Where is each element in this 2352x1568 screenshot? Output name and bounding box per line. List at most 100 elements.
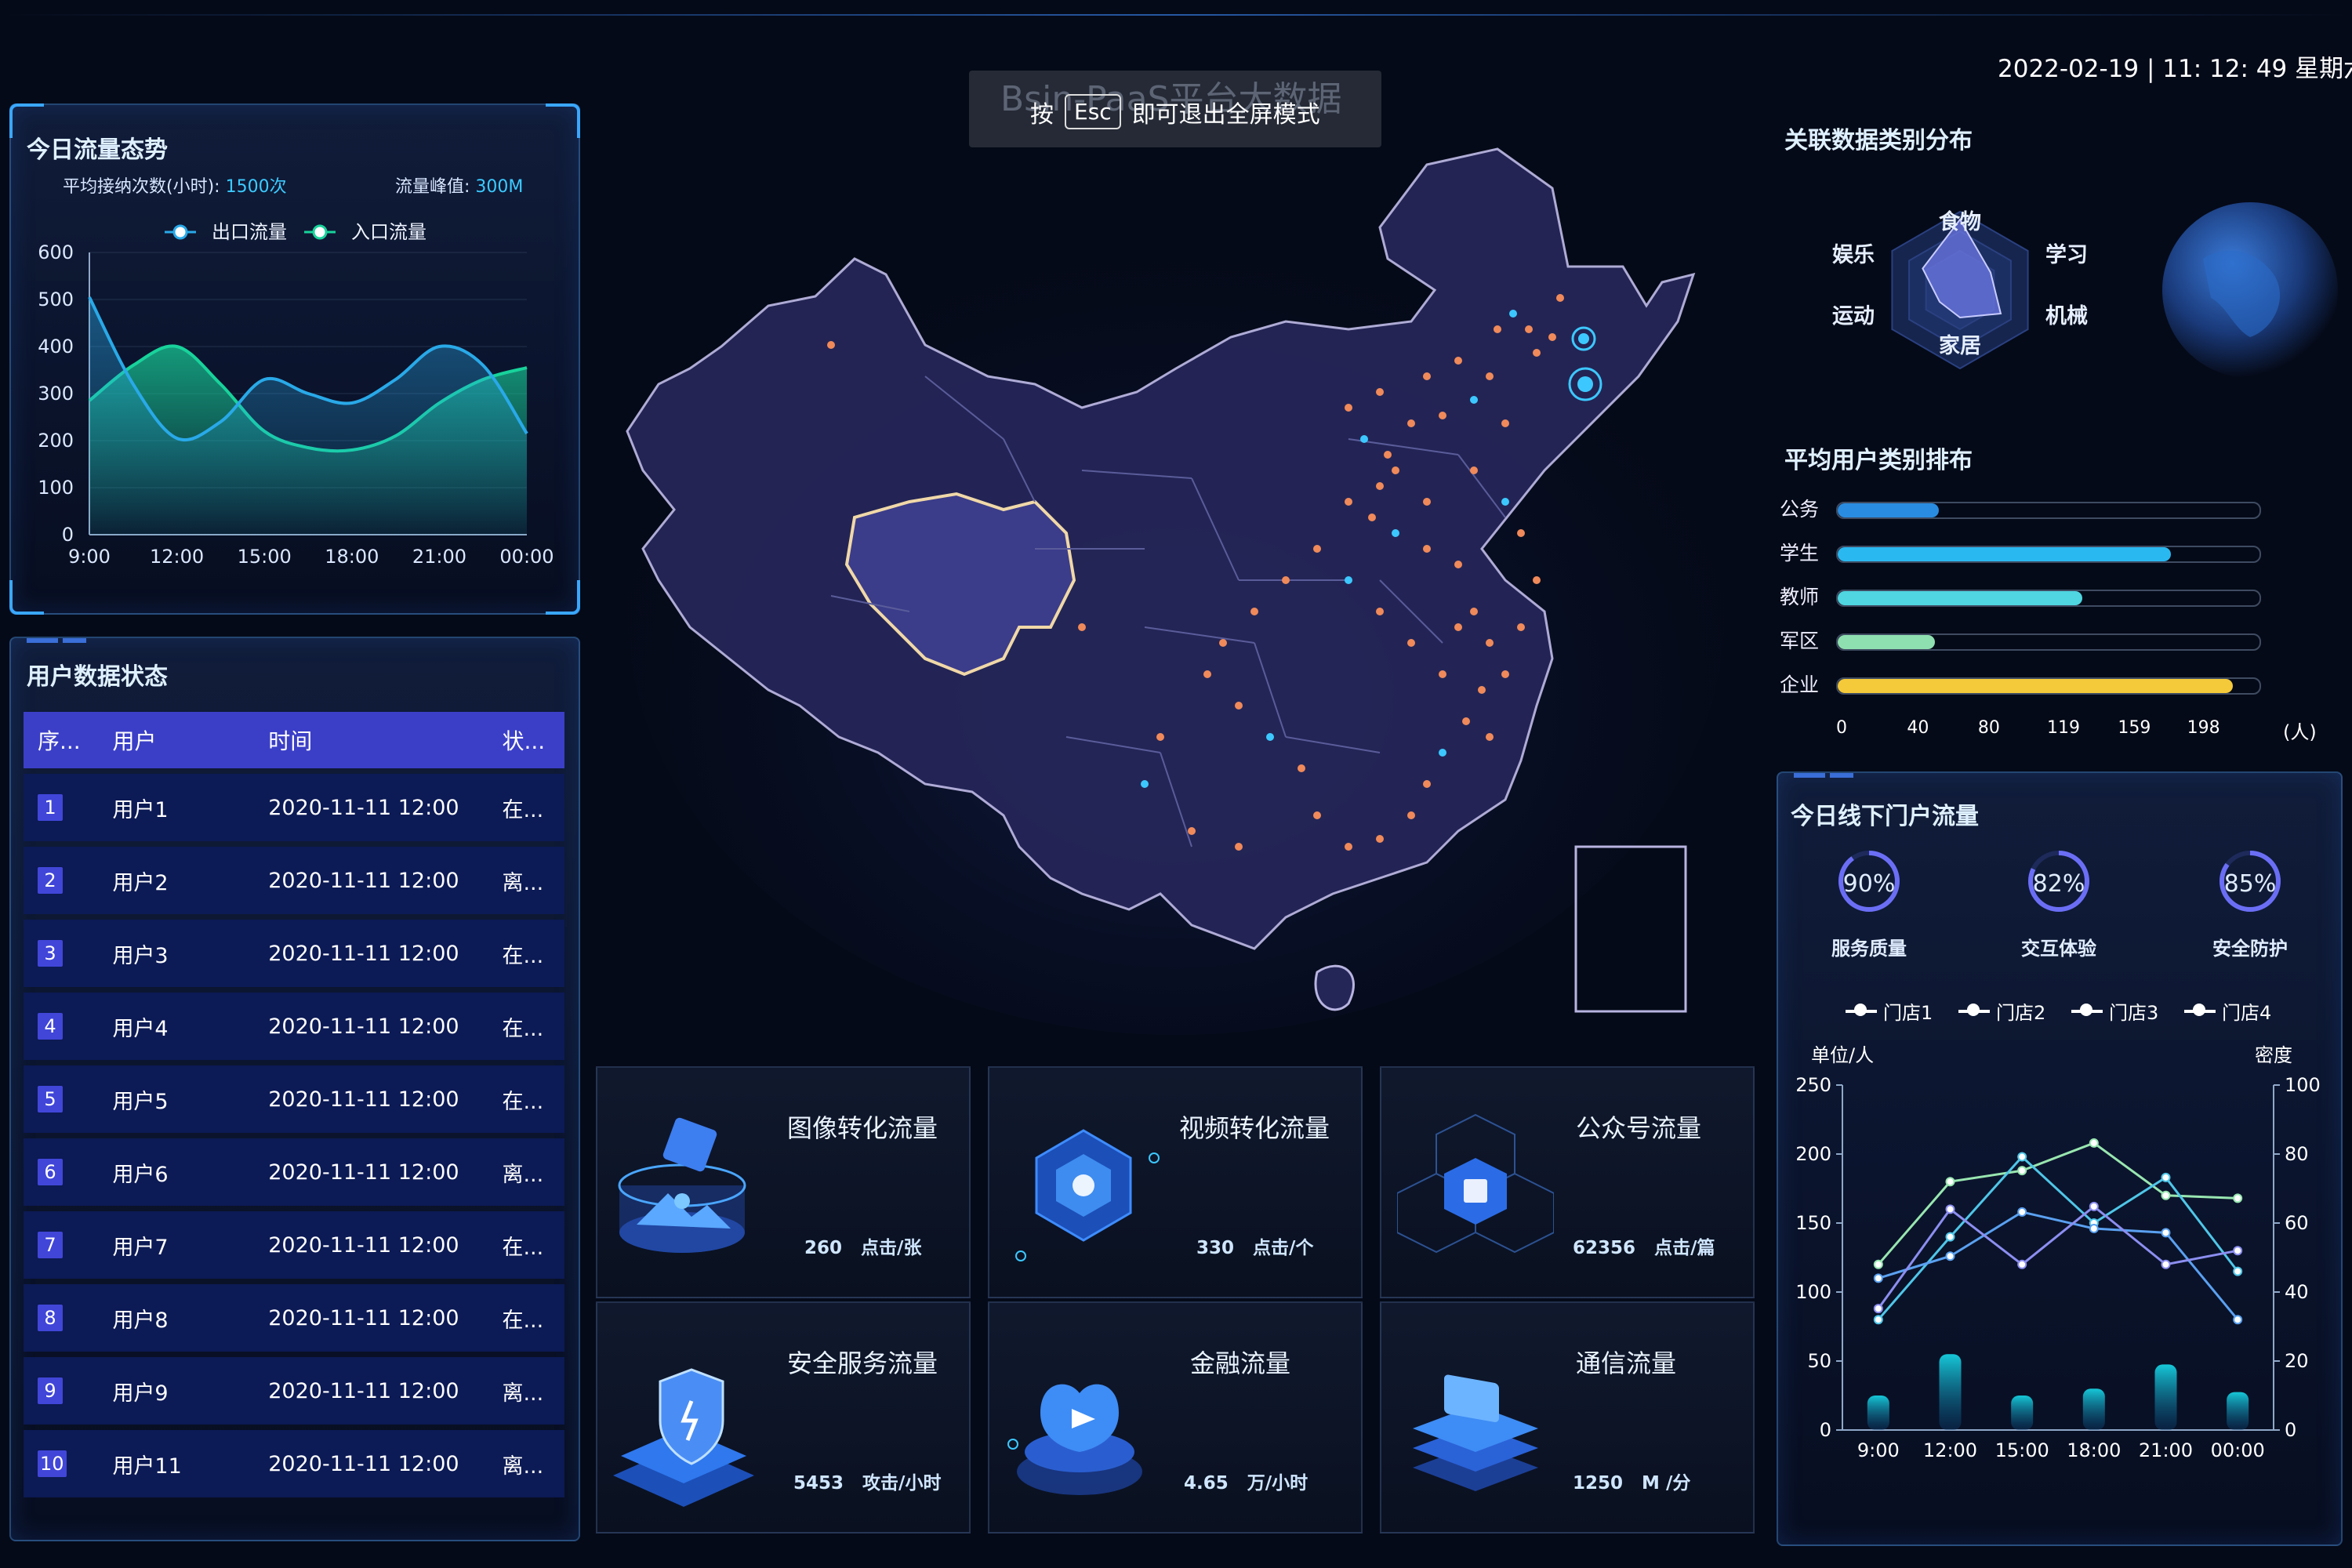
row-status: 离... bbox=[502, 1381, 544, 1406]
map-point bbox=[1360, 435, 1368, 443]
legend-label: 门店2 bbox=[1996, 1002, 2046, 1024]
col-index[interactable]: 序... bbox=[24, 724, 112, 756]
y-right-label: 密度 bbox=[2255, 1044, 2292, 1066]
server-icon bbox=[1413, 1374, 1538, 1491]
col-time[interactable]: 时间 bbox=[268, 724, 502, 756]
index-badge: 5 bbox=[38, 1086, 63, 1112]
legend-item[interactable]: 门店4 bbox=[2184, 997, 2271, 1025]
y-tick-label: 0 bbox=[62, 524, 74, 546]
radar-chart: 食物学习机械家居 运动 娱乐 bbox=[1832, 209, 2088, 370]
y2-tick-label: 100 bbox=[2285, 1074, 2321, 1096]
index-badge: 6 bbox=[38, 1159, 63, 1185]
table-row[interactable]: 3 用户3 2020-11-11 12:00 在... bbox=[24, 920, 564, 987]
table-row[interactable]: 9 用户9 2020-11-11 12:00 离... bbox=[24, 1357, 564, 1425]
y-tick-label: 100 bbox=[38, 477, 74, 499]
card-video[interactable]: 视频转化流量 330 点击/个 bbox=[988, 1066, 1363, 1298]
index-badge: 8 bbox=[38, 1305, 63, 1331]
legend-item[interactable]: 门店1 bbox=[1846, 997, 1933, 1025]
row-user: 用户3 bbox=[112, 943, 169, 968]
row-index: 4 bbox=[24, 1013, 112, 1040]
ranking-unit: (人) bbox=[2283, 721, 2317, 743]
store-series-point bbox=[2161, 1259, 2171, 1269]
table-row[interactable]: 7 用户7 2020-11-11 12:00 在... bbox=[24, 1211, 564, 1279]
legend-item[interactable]: 门店3 bbox=[2071, 997, 2158, 1025]
card-value: 1250 M /分 bbox=[1573, 1473, 1691, 1494]
map-point bbox=[1462, 717, 1470, 725]
shield-icon bbox=[613, 1368, 754, 1507]
col-user[interactable]: 用户 bbox=[112, 724, 268, 756]
map-point bbox=[1345, 576, 1352, 584]
row-time: 2020-11-11 12:00 bbox=[268, 941, 459, 966]
map-point bbox=[1235, 702, 1243, 710]
finance-icon bbox=[1007, 1384, 1142, 1495]
store-series-point bbox=[2089, 1201, 2099, 1211]
y2-tick-label: 80 bbox=[2285, 1143, 2309, 1165]
index-badge: 4 bbox=[38, 1013, 63, 1040]
user-panel-title: 用户数据状态 bbox=[27, 663, 168, 691]
card-image[interactable]: 图像转化流量 260 点击/张 bbox=[596, 1066, 971, 1298]
legend-label: 出口流量 bbox=[212, 221, 287, 243]
col-status[interactable]: 状... bbox=[502, 724, 564, 756]
table-row[interactable]: 8 用户8 2020-11-11 12:00 在... bbox=[24, 1284, 564, 1352]
hint-prefix: 按 bbox=[1030, 100, 1054, 129]
legend-marker bbox=[2071, 1003, 2103, 1016]
row-index: 6 bbox=[24, 1159, 112, 1185]
row-index: 9 bbox=[24, 1377, 112, 1404]
ranking-row: 教师 bbox=[1780, 582, 2266, 608]
table-row[interactable]: 10 用户11 2020-11-11 12:00 离... bbox=[24, 1430, 564, 1497]
map-point bbox=[1423, 780, 1431, 788]
row-index: 3 bbox=[24, 940, 112, 967]
map-point bbox=[1439, 670, 1446, 678]
row-user: 用户9 bbox=[112, 1381, 169, 1406]
x-tick-label: 18:00 bbox=[2067, 1439, 2121, 1461]
ring-percent: 85% bbox=[2223, 870, 2277, 898]
store-series-point bbox=[1873, 1259, 1883, 1269]
ring-percent: 90% bbox=[1842, 870, 1896, 898]
row-time: 2020-11-11 12:00 bbox=[268, 1014, 459, 1039]
radar-label: 机械 bbox=[2045, 304, 2088, 328]
store-series-point bbox=[2089, 1224, 2099, 1234]
store-series-point bbox=[2017, 1207, 2027, 1217]
map-point bbox=[1188, 827, 1196, 835]
ranking-tick: 198 bbox=[2187, 718, 2220, 738]
x-tick-label: 00:00 bbox=[2211, 1439, 2265, 1461]
y-tick-label: 300 bbox=[38, 383, 74, 405]
y2-tick-label: 60 bbox=[2285, 1212, 2309, 1234]
table-row[interactable]: 1 用户1 2020-11-11 12:00 在... bbox=[24, 774, 564, 841]
card-communication[interactable]: 通信流量 1250 M /分 bbox=[1380, 1301, 1755, 1534]
table-row[interactable]: 4 用户4 2020-11-11 12:00 在... bbox=[24, 993, 564, 1060]
table-row[interactable]: 2 用户2 2020-11-11 12:00 离... bbox=[24, 847, 564, 914]
index-badge: 7 bbox=[38, 1232, 63, 1258]
map-point bbox=[1141, 780, 1149, 788]
table-row[interactable]: 5 用户5 2020-11-11 12:00 在... bbox=[24, 1065, 564, 1133]
legend-label: 入口流量 bbox=[351, 221, 426, 243]
card-finance[interactable]: 金融流量 4.65 万/小时 bbox=[988, 1301, 1363, 1534]
row-index: 1 bbox=[24, 794, 112, 821]
y-tick-label: 200 bbox=[1795, 1143, 1831, 1165]
map-point bbox=[827, 341, 835, 349]
store-series-point bbox=[1945, 1251, 1955, 1261]
store-series-point bbox=[2161, 1172, 2171, 1182]
store-series-point bbox=[1945, 1177, 1955, 1187]
map-point bbox=[1392, 529, 1399, 537]
row-status: 在... bbox=[502, 1089, 544, 1114]
ring-label: 交互体验 bbox=[2021, 938, 2096, 960]
ranking-bar bbox=[1838, 503, 1939, 517]
row-status: 在... bbox=[502, 797, 544, 822]
map-point bbox=[1517, 529, 1525, 537]
row-status: 离... bbox=[502, 1454, 544, 1479]
map-point bbox=[1235, 843, 1243, 851]
card-value: 260 点击/张 bbox=[804, 1238, 922, 1258]
x-tick-label: 00:00 bbox=[499, 546, 554, 568]
store-line-chart: 0 50 100 150 200 250 0 20 40 60 80 100 9:00 12:00 15:0… bbox=[1795, 1074, 2321, 1461]
table-row[interactable]: 6 用户6 2020-11-11 12:00 离... bbox=[24, 1138, 564, 1206]
ranking-tick: 80 bbox=[1977, 718, 2000, 738]
card-security[interactable]: 安全服务流量 5453 攻击/小时 bbox=[596, 1301, 971, 1534]
table-header: 序... 用户 时间 状... bbox=[24, 712, 564, 768]
row-time: 2020-11-11 12:00 bbox=[268, 1087, 459, 1112]
ranking-label: 企业 bbox=[1780, 673, 1820, 696]
index-badge: 2 bbox=[38, 867, 63, 894]
card-official-account[interactable]: 公众号流量 62356 点击/篇 bbox=[1380, 1066, 1755, 1298]
legend-item[interactable]: 门店2 bbox=[1958, 997, 2045, 1025]
card-title: 安全服务流量 bbox=[787, 1348, 938, 1378]
